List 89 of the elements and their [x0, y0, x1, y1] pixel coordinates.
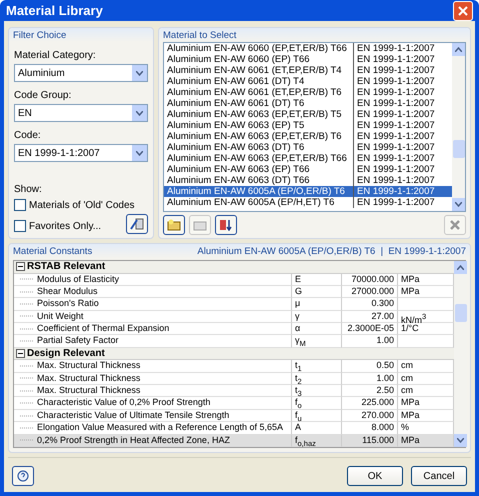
panel-title: Material to Select — [163, 30, 236, 40]
table-row[interactable]: Characteristic Value of 0,2% Proof Strength f$_{o}$ 225.000 MPa — [14, 397, 454, 410]
field-label: Code: — [14, 130, 42, 142]
panel-title: Filter Choice — [13, 30, 66, 40]
chevron-down-icon — [136, 70, 143, 76]
collapse-icon[interactable] — [16, 262, 25, 272]
table-row[interactable]: 0,2% Proof Strength in Heat Affected Zone, HAZ f$_{o,haz}$ 115.000 MPa — [14, 434, 454, 447]
table-row[interactable]: Characteristic Value of Ultimate Tensile Strength f$_{u}$ 270.000 MPa — [14, 410, 454, 422]
show-label: Show: — [14, 184, 43, 196]
material-caption: Aluminium EN-AW 6005A (EP/O,ER/B) T6 | EN 1999-1-1:2007 — [197, 246, 466, 256]
material-row[interactable]: Aluminium EN-AW 6061 (DT) T6 EN 1999-1-1:2007 — [164, 98, 452, 110]
tree-line-icon — [20, 390, 34, 392]
table-row[interactable]: Shear Modulus G 27000.000 MPa — [14, 286, 454, 298]
tree-line-icon — [20, 315, 34, 318]
checkbox-label: Materials of 'Old' Codes — [29, 200, 135, 211]
sort-icon — [219, 219, 233, 232]
field-label: Material Category: — [14, 50, 97, 62]
ok-button[interactable]: OK — [347, 466, 403, 486]
dropdown[interactable]: EN — [14, 104, 148, 122]
material-row[interactable]: Aluminium EN-AW 6063 (EP,ET,ER/B) T6 EN 1999-1-1:2007 — [164, 131, 452, 142]
checkbox-label: Favorites Only... — [29, 220, 102, 232]
tree-line-icon — [20, 426, 34, 429]
group-title: Design Relevant — [27, 348, 105, 360]
tree-line-icon — [20, 328, 34, 330]
tree-line-icon — [20, 402, 34, 404]
tree-line-icon — [20, 290, 34, 293]
material-row[interactable]: Aluminium EN-AW 6061 (ET,EP,ER/B) T6 EN 1999-1-1:2007 — [164, 87, 452, 98]
material-row[interactable]: Aluminium EN-AW 6061 (ET,EP,ER/B) T4 EN 1999-1-1:2007 — [164, 65, 452, 76]
symbol-cell: f$_{o,haz}$ — [292, 434, 342, 447]
help-icon — [17, 470, 29, 482]
delete-button[interactable] — [444, 215, 466, 236]
material-row[interactable]: Aluminium EN-AW 6060 (EP) T66 EN 1999-1-1:2007 — [164, 54, 452, 66]
material-row[interactable]: Aluminium EN-AW 6060 (EP,ET,ER/B) T66 EN 1999-1-1:2007 — [164, 43, 452, 54]
table-row[interactable]: Max. Structural Thickness t$_{1}$ 0.50 cm — [14, 360, 454, 373]
tree-line-icon — [20, 439, 34, 442]
chevron-down-icon — [457, 438, 464, 443]
tree-line-icon — [20, 303, 34, 305]
scrollbar[interactable] — [454, 261, 467, 447]
checkbox[interactable] — [14, 220, 26, 232]
table-row[interactable]: Partial Safety Factor γ$_{M}$ 1.00 — [14, 335, 454, 348]
scroll-thumb[interactable] — [452, 140, 464, 158]
dropdown[interactable]: Aluminium — [14, 64, 148, 82]
material-row[interactable]: Aluminium EN-AW 6063 (EP,ET,ER/B) T66 EN 1999-1-1:2007 — [164, 153, 452, 164]
scroll-thumb[interactable] — [454, 304, 466, 322]
material-row[interactable]: Aluminium EN-AW 6063 (EP,ET,ER/B) T5 EN 1999-1-1:2007 — [164, 109, 452, 120]
tree-line-icon — [20, 377, 34, 380]
new-folder-button[interactable] — [163, 215, 185, 236]
material-row[interactable]: Aluminium EN-AW 6063 (EP) T5 EN 1999-1-1:2007 — [164, 120, 452, 132]
material-row[interactable]: Aluminium EN-AW 6061 (DT) T4 EN 1999-1-1:2007 — [164, 76, 452, 88]
close-button[interactable] — [453, 0, 473, 21]
table-row[interactable]: Max. Structural Thickness t$_{2}$ 1.00 cm — [14, 372, 454, 386]
chevron-up-icon — [457, 265, 464, 270]
panel-title: Material Constants — [13, 246, 92, 256]
checkbox[interactable] — [14, 199, 26, 212]
edit-icon — [130, 218, 144, 230]
table-row[interactable]: Elongation Value Measured with a Reference Length of 5,65A A 8.000 % — [14, 422, 454, 435]
dropdown[interactable]: EN 1999-1-1:2007 — [14, 144, 148, 162]
table-row[interactable]: Poisson's Ratio μ 0.300 — [14, 298, 454, 311]
property-cell: 0,2% Proof Strength in Heat Affected Zone, HAZ — [34, 434, 292, 447]
material-row[interactable]: Aluminium EN-AW 6005A (EP/O,ER/B) T6 EN 1999-1-1:2007 — [164, 186, 452, 198]
help-button[interactable] — [12, 466, 34, 486]
close-icon — [458, 6, 468, 16]
tree-line-icon — [20, 278, 34, 280]
table-row[interactable]: Unit Weight γ 27.00 kN/m$^{3}$ — [14, 310, 454, 324]
folder-icon — [193, 219, 207, 232]
sort-button[interactable] — [215, 215, 237, 236]
field-label: Code Group: — [14, 90, 72, 102]
chevron-up-icon — [455, 47, 462, 52]
close-icon — [450, 220, 460, 230]
table-row[interactable]: Max. Structural Thickness t$_{3}$ 2.50 cm — [14, 385, 454, 398]
collapse-icon[interactable] — [16, 349, 25, 358]
table-row[interactable]: Coefficient of Thermal Expansion α 2.3000E-05 1/°C — [14, 323, 454, 336]
edit-button[interactable] — [126, 214, 148, 234]
material-row[interactable]: Aluminium EN-AW 6063 (EP) T66 EN 1999-1-1:2007 — [164, 164, 452, 176]
chevron-down-icon — [136, 110, 143, 116]
value-cell: 115.000 — [342, 434, 398, 447]
table-row[interactable]: Modulus of Elasticity E 70000.000 MPa — [14, 274, 454, 286]
folder-icon — [167, 219, 181, 232]
chevron-down-icon — [455, 202, 462, 208]
tree-line-icon — [20, 340, 34, 342]
group-title: RSTAB Relevant — [27, 261, 106, 272]
chevron-down-icon — [136, 150, 143, 156]
cancel-button[interactable]: Cancel — [411, 466, 467, 486]
material-row[interactable]: Aluminium EN-AW 6063 (DT) T6 EN 1999-1-1:2007 — [164, 142, 452, 154]
tree-line-icon — [20, 414, 34, 417]
material-row[interactable]: Aluminium EN-AW 6005A (EP/H,ET) T6 EN 1999-1-1:2007 — [164, 197, 452, 208]
scrollbar[interactable] — [452, 43, 465, 212]
window-title: Material Library — [6, 3, 103, 18]
tree-line-icon — [20, 364, 34, 367]
